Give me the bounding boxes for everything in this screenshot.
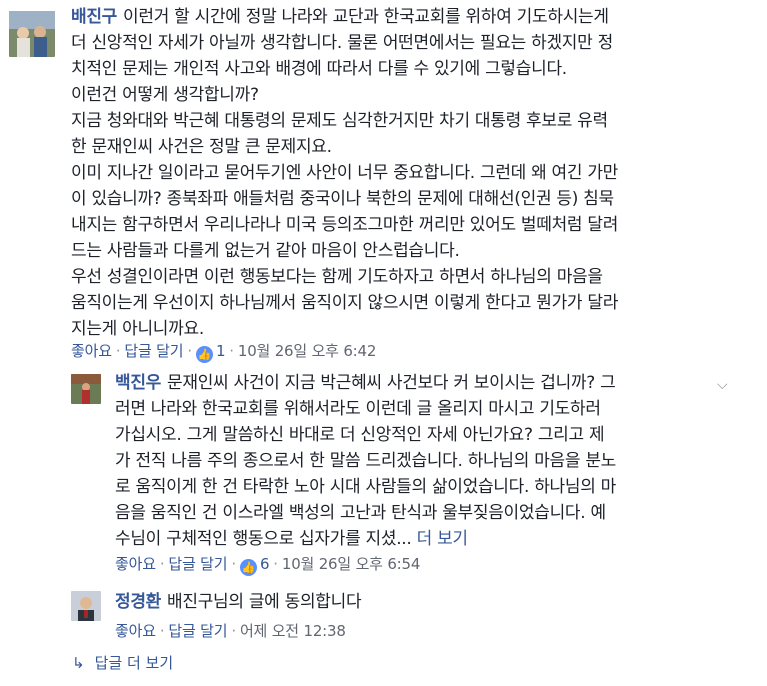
- reply-line: 문재인씨 사건이 지금 박근혜씨 사건보다 커 보이시는 겁니까? 그: [167, 373, 616, 393]
- like-count[interactable]: 6: [260, 555, 270, 573]
- separator-dot: ·: [231, 555, 236, 573]
- see-more-link[interactable]: 더 보기: [417, 529, 468, 549]
- like-link[interactable]: 좋아요: [115, 622, 156, 640]
- timestamp[interactable]: 어제 오전 12:38: [240, 622, 346, 640]
- like-count[interactable]: 1: [216, 342, 226, 360]
- reply-link[interactable]: 답글 달기: [168, 622, 227, 640]
- comment-line: 움직이는게 우선이지 하나님께서 움직이지 않으시면 이렇게 한다고 뭔가가 달…: [71, 293, 619, 313]
- comment-line: 지는게 아니니까요.: [71, 319, 204, 339]
- comment-line: 이미 지나간 일이라고 묻어두기엔 사안이 너무 중요합니다. 그런데 왜 여긴…: [71, 163, 619, 183]
- author-name[interactable]: 정경환: [115, 592, 161, 612]
- comment-line: 내지는 함구하면서 우리나라나 미국 등의조그마한 꺼리만 있어도 벌떼처럼 달…: [71, 215, 619, 235]
- separator-dot: ·: [273, 555, 278, 573]
- comment-line: 이런건 어떻게 생각합니까?: [71, 85, 259, 105]
- reply-meta: 좋아요 · 답글 달기 · 어제 오전 12:38: [115, 620, 346, 641]
- reply-line: 로 움직이게 한 건 타락한 노아 시대 사람들의 삶이었습니다. 하나님의 마: [115, 477, 617, 497]
- more-replies-label[interactable]: 답글 더 보기: [95, 654, 174, 672]
- reply-link[interactable]: 답글 달기: [124, 342, 183, 360]
- like-link[interactable]: 좋아요: [71, 342, 112, 360]
- like-link[interactable]: 좋아요: [115, 555, 156, 573]
- timestamp[interactable]: 10월 26일 오후 6:54: [282, 555, 421, 573]
- more-replies-link[interactable]: ↳ 답글 더 보기: [72, 652, 173, 673]
- separator-dot: ·: [231, 622, 236, 640]
- separator-dot: ·: [229, 342, 234, 360]
- timestamp[interactable]: 10월 26일 오후 6:42: [238, 342, 377, 360]
- comment-line: 이런거 할 시간에 정말 나라와 교단과 한국교회를 위하여 기도하시는게: [123, 7, 609, 27]
- comment-line: 한 문재인씨 사건은 정말 큰 문제지요.: [71, 137, 332, 157]
- author-name[interactable]: 배진구: [71, 7, 117, 27]
- comment-line: 드는 사람들과 다를게 없는거 같아 마음이 안스럽습니다.: [71, 241, 460, 261]
- comment-line: 치적인 문제는 개인적 사고와 배경에 따라서 다를 수 있기에 그렇습니다.: [71, 59, 567, 79]
- author-name[interactable]: 백진우: [115, 373, 161, 393]
- separator-dot: ·: [159, 555, 165, 573]
- comment-meta: 좋아요 · 답글 달기 · 👍 1 · 10월 26일 오후 6:42: [71, 340, 376, 363]
- reply-link[interactable]: 답글 달기: [168, 555, 227, 573]
- avatar[interactable]: [71, 374, 101, 404]
- separator-dot: ·: [159, 622, 165, 640]
- reply-line: 배진구님의 글에 동의합니다: [167, 592, 362, 612]
- comment-line: 우선 성결인이라면 이런 행동보다는 함께 기도하자고 하면서 하나님의 마음을: [71, 267, 603, 287]
- reply-jeongkyunghwan: 정경환 배진구님의 글에 동의합니다 좋아요 · 답글 달기 · 어제 오전 12:38: [0, 585, 767, 645]
- comment-line: 더 신앙적인 자세가 아닐까 생각합니다. 물론 어떤면에서는 필요는 하겠지만…: [71, 33, 613, 53]
- avatar[interactable]: [71, 591, 101, 621]
- avatar[interactable]: [9, 11, 55, 57]
- reply-meta: 좋아요 · 답글 달기 · 👍 6 · 10월 26일 오후 6:54: [115, 553, 420, 576]
- thumbs-up-icon: 👍: [239, 559, 257, 576]
- reply-line: 가 전직 나름 주의 종으로서 한 말씀 드리겠습니다. 하나님의 마음을 분노: [115, 451, 617, 471]
- comment-text: 배진구 이런거 할 시간에 정말 나라와 교단과 한국교회를 위하여 기도하시는게…: [71, 4, 761, 342]
- reply-line: 가십시오. 그게 말씀하신 바대로 더 신앙적인 자세 아닌가요? 그리고 제: [115, 425, 605, 445]
- separator-dot: ·: [187, 342, 192, 360]
- reply-line: 음을 움직인 건 이스라엘 백성의 고난과 탄식과 울부짖음이었습니다. 예: [115, 503, 606, 523]
- reply-line: 러면 나라와 한국교회를 위해서라도 이런데 글 올리지 마시고 기도하러: [115, 399, 601, 419]
- thumbs-up-icon: 👍: [195, 346, 213, 363]
- separator-dot: ·: [115, 342, 121, 360]
- reply-baekjinwoo: ⌵ 백진우 문재인씨 사건이 지금 박근혜씨 사건보다 커 보이시는 겁니까? 그…: [0, 365, 767, 580]
- comment-baejingu: 배진구 이런거 할 시간에 정말 나라와 교단과 한국교회를 위하여 기도하시는게…: [0, 0, 767, 370]
- reply-text: 정경환 배진구님의 글에 동의합니다: [115, 589, 715, 615]
- reply-line: 수님이 구체적인 행동으로 십자가를 지셨...: [115, 529, 412, 549]
- comment-line: 이 있습니까? 종북좌파 애들처럼 중국이나 북한의 문제에 대해선(인권 등)…: [71, 189, 614, 209]
- reply-arrow-icon: ↳: [72, 654, 85, 672]
- reply-text: 백진우 문재인씨 사건이 지금 박근혜씨 사건보다 커 보이시는 겁니까? 그 러…: [115, 370, 725, 552]
- comment-line: 지금 청와대와 박근혜 대통령의 문제도 심각한거지만 차기 대통령 후보로 유…: [71, 111, 608, 131]
